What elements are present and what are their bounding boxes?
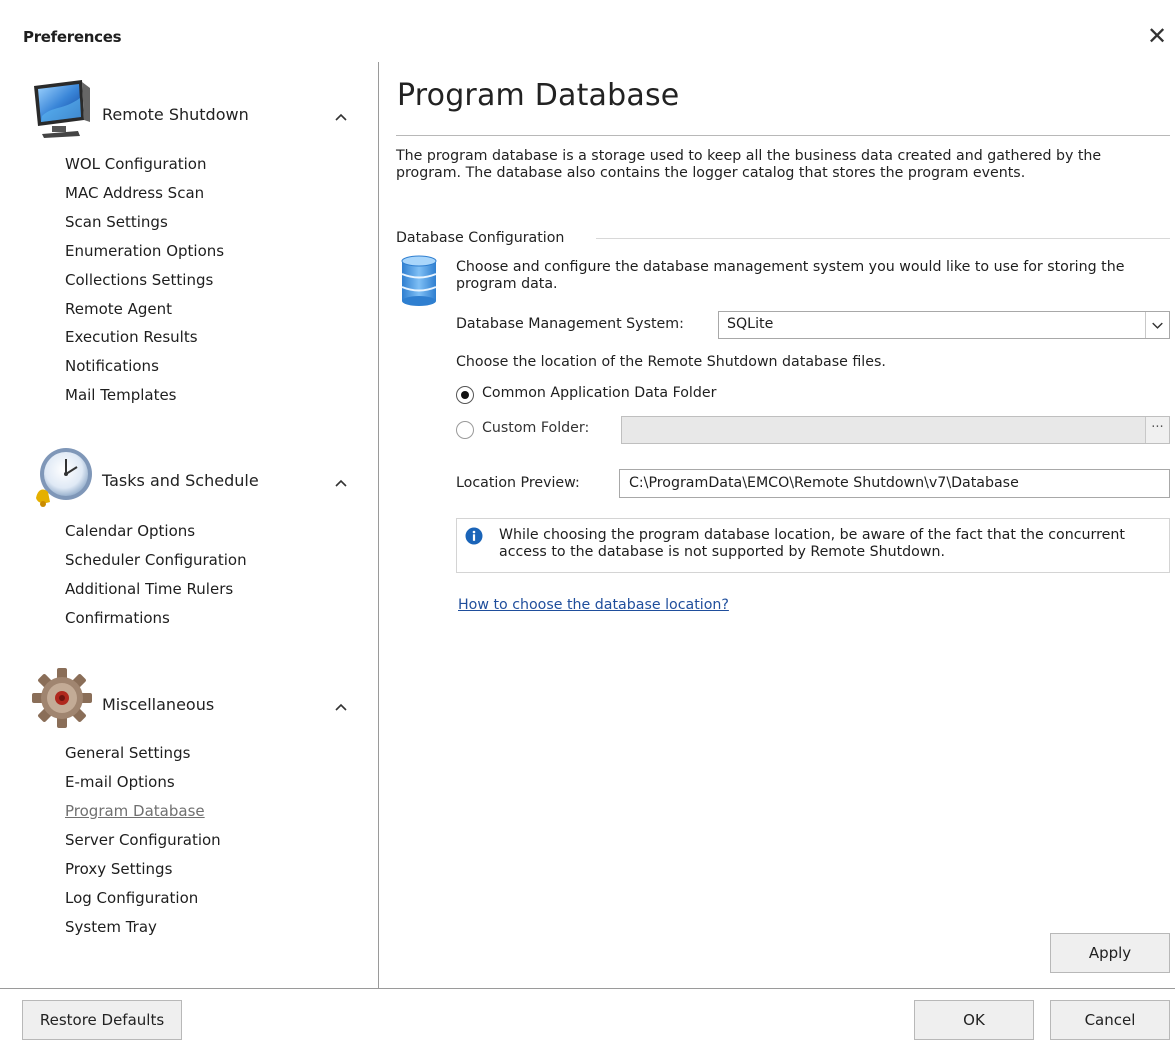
radio-button-checked[interactable]: [456, 386, 474, 404]
group-title: Remote Shutdown: [102, 105, 249, 124]
sidebar-item-general-settings[interactable]: General Settings: [65, 744, 190, 762]
location-preview-value: C:\ProgramData\EMCO\Remote Shutdown\v7\D…: [629, 475, 1019, 491]
info-icon: [465, 527, 483, 545]
sidebar-item-log-configuration[interactable]: Log Configuration: [65, 889, 198, 907]
browse-button[interactable]: ···: [1145, 417, 1169, 443]
info-text: While choosing the program database loca…: [499, 527, 1125, 560]
sidebar-item-remote-agent[interactable]: Remote Agent: [65, 300, 172, 318]
group-title: Miscellaneous: [102, 695, 215, 714]
sidebar-item-mac-address-scan[interactable]: MAC Address Scan: [65, 184, 204, 202]
gear-icon: [32, 668, 92, 728]
config-description: Choose and configure the database manage…: [456, 259, 1125, 292]
sidebar-item-program-database[interactable]: Program Database: [65, 802, 205, 820]
chevron-up-icon[interactable]: [332, 108, 350, 126]
radio-button-unchecked[interactable]: [456, 421, 474, 439]
radio-custom-folder[interactable]: Custom Folder:: [456, 419, 616, 441]
custom-folder-input[interactable]: ···: [621, 416, 1170, 444]
radio-custom-label: Custom Folder:: [482, 420, 590, 436]
database-icon: [401, 255, 437, 306]
close-icon[interactable]: ✕: [1143, 22, 1171, 50]
content-panel: Program Database The program database is…: [380, 60, 1175, 988]
help-link[interactable]: How to choose the database location?: [458, 597, 729, 613]
dbms-select-value: SQLite: [727, 316, 774, 332]
sidebar: Remote Shutdown WOL Configuration MAC Ad…: [0, 60, 378, 988]
chevron-up-icon[interactable]: [332, 698, 350, 716]
window-title: Preferences: [23, 28, 122, 46]
group-header-miscellaneous[interactable]: Miscellaneous: [0, 658, 378, 738]
monitor-icon: [34, 80, 90, 138]
group-header-tasks-and-schedule[interactable]: Tasks and Schedule: [0, 436, 378, 516]
sidebar-item-additional-time-rulers[interactable]: Additional Time Rulers: [65, 580, 233, 598]
sidebar-item-enumeration-options[interactable]: Enumeration Options: [65, 242, 224, 260]
location-preview-label: Location Preview:: [456, 475, 580, 491]
footer: Restore Defaults OK Cancel: [0, 989, 1175, 1052]
sidebar-divider: [378, 62, 379, 988]
restore-defaults-button[interactable]: Restore Defaults: [22, 1000, 182, 1040]
radio-common-label: Common Application Data Folder: [482, 385, 717, 401]
radio-common-app-data[interactable]: Common Application Data Folder: [456, 384, 776, 406]
apply-button[interactable]: Apply: [1050, 933, 1170, 973]
sidebar-item-proxy-settings[interactable]: Proxy Settings: [65, 860, 172, 878]
sidebar-item-execution-results[interactable]: Execution Results: [65, 328, 198, 346]
info-box: While choosing the program database loca…: [456, 518, 1170, 573]
sidebar-item-email-options[interactable]: E-mail Options: [65, 773, 175, 791]
title-divider: [396, 135, 1170, 136]
sidebar-item-scan-settings[interactable]: Scan Settings: [65, 213, 168, 231]
dbms-label: Database Management System:: [456, 316, 684, 332]
sidebar-item-system-tray[interactable]: System Tray: [65, 918, 157, 936]
sidebar-item-calendar-options[interactable]: Calendar Options: [65, 522, 195, 540]
dbms-select[interactable]: SQLite: [718, 311, 1170, 339]
cancel-button[interactable]: Cancel: [1050, 1000, 1170, 1040]
chevron-down-icon[interactable]: [1145, 312, 1169, 338]
section-label: Database Configuration: [396, 230, 569, 246]
clock-icon: [36, 448, 92, 507]
chevron-up-icon[interactable]: [332, 474, 350, 492]
sidebar-item-scheduler-configuration[interactable]: Scheduler Configuration: [65, 551, 247, 569]
section-divider: [596, 238, 1170, 239]
title-bar: Preferences ✕: [0, 0, 1175, 60]
location-instruction: Choose the location of the Remote Shutdo…: [456, 354, 886, 370]
sidebar-item-mail-templates[interactable]: Mail Templates: [65, 386, 177, 404]
sidebar-item-confirmations[interactable]: Confirmations: [65, 609, 170, 627]
ok-button[interactable]: OK: [914, 1000, 1034, 1040]
page-title: Program Database: [397, 78, 680, 113]
sidebar-item-collections-settings[interactable]: Collections Settings: [65, 271, 213, 289]
sidebar-item-notifications[interactable]: Notifications: [65, 357, 159, 375]
sidebar-item-wol-configuration[interactable]: WOL Configuration: [65, 155, 207, 173]
sidebar-item-server-configuration[interactable]: Server Configuration: [65, 831, 221, 849]
page-description: The program database is a storage used t…: [396, 148, 1102, 181]
group-header-remote-shutdown[interactable]: Remote Shutdown: [0, 68, 378, 148]
location-preview-field[interactable]: C:\ProgramData\EMCO\Remote Shutdown\v7\D…: [619, 469, 1170, 498]
group-title: Tasks and Schedule: [102, 471, 259, 490]
